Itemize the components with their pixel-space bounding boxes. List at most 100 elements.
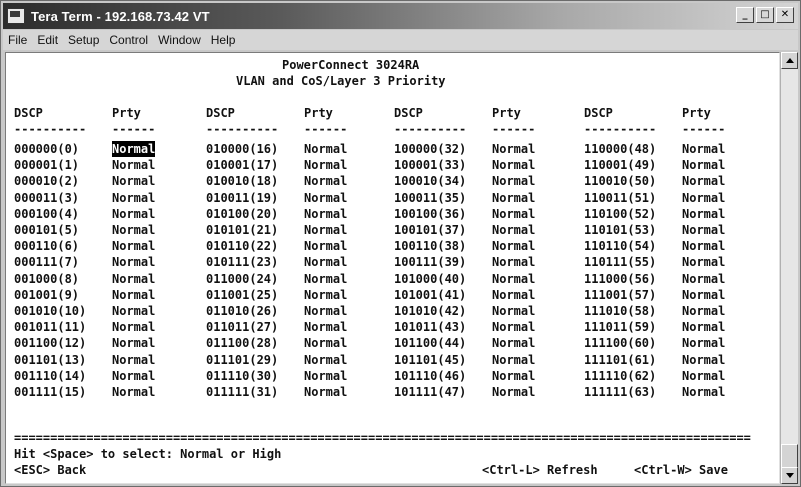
priority-value[interactable]: Normal (112, 173, 155, 189)
priority-value[interactable]: Normal (492, 222, 535, 238)
priority-value[interactable]: Normal (492, 352, 535, 368)
terminal-subtitle: VLAN and CoS/Layer 3 Priority (236, 74, 446, 88)
esc-back-command[interactable]: <ESC> Back (14, 462, 86, 478)
priority-value[interactable]: Normal (492, 157, 535, 173)
header-underline: ------ (492, 122, 536, 136)
priority-value[interactable]: Normal (304, 254, 347, 270)
menu-window[interactable]: Window (153, 33, 206, 47)
priority-value[interactable]: Normal (492, 368, 535, 384)
priority-value[interactable]: Normal (112, 271, 155, 287)
priority-value[interactable]: Normal (304, 222, 347, 238)
menu-file[interactable]: File (3, 33, 32, 47)
priority-value[interactable]: Normal (304, 141, 347, 157)
priority-value[interactable]: Normal (112, 141, 156, 157)
priority-value[interactable]: Normal (492, 319, 535, 335)
priority-value[interactable]: Normal (682, 141, 725, 157)
priority-value[interactable]: Normal (112, 222, 155, 238)
priority-value[interactable]: Normal (682, 271, 725, 287)
menu-help[interactable]: Help (206, 33, 241, 47)
priority-value[interactable]: Normal (682, 303, 725, 319)
priority-value[interactable]: Normal (304, 287, 347, 303)
priority-value[interactable]: Normal (304, 238, 347, 254)
menu-setup[interactable]: Setup (63, 33, 104, 47)
header-dscp: DSCP (14, 106, 43, 120)
priority-value[interactable]: Normal (682, 222, 725, 238)
priority-value[interactable]: Normal (112, 368, 155, 384)
priority-value[interactable]: Normal (492, 173, 535, 189)
priority-value[interactable]: Normal (112, 157, 155, 173)
priority-value[interactable]: Normal (304, 368, 347, 384)
priority-value[interactable]: Normal (304, 384, 347, 400)
priority-value[interactable]: Normal (682, 384, 725, 400)
priority-value[interactable]: Normal (492, 335, 535, 351)
priority-value[interactable]: Normal (492, 141, 535, 157)
dscp-value: 101101(45) (394, 352, 467, 367)
priority-value[interactable]: Normal (682, 173, 725, 189)
priority-value[interactable]: Normal (304, 173, 347, 189)
header-underline: ------ (304, 122, 348, 136)
priority-value[interactable]: Normal (492, 303, 535, 319)
priority-value[interactable]: Normal (112, 287, 155, 303)
scroll-thumb[interactable] (781, 444, 798, 468)
priority-value[interactable]: Normal (682, 352, 725, 368)
priority-value[interactable]: Normal (492, 384, 535, 400)
priority-value[interactable]: Normal (682, 190, 725, 206)
priority-value[interactable]: Normal (304, 335, 347, 351)
dscp-value: 111110(62) (584, 368, 657, 383)
priority-value[interactable]: Normal (492, 254, 535, 270)
maximize-button[interactable]: □ (756, 7, 774, 23)
refresh-command[interactable]: <Ctrl-L> Refresh (482, 462, 598, 478)
dscp-value: 000010(2) (14, 174, 80, 189)
priority-value[interactable]: Normal (112, 254, 155, 270)
priority-value[interactable]: Normal (112, 190, 155, 206)
priority-value[interactable]: Normal (682, 319, 725, 335)
priority-value[interactable]: Normal (304, 206, 347, 222)
menu-edit[interactable]: Edit (32, 33, 63, 47)
tera-term-window: Tera Term - 192.168.73.42 VT _ □ ✕ File … (0, 0, 801, 487)
priority-value[interactable]: Normal (682, 157, 725, 173)
priority-value[interactable]: Normal (112, 238, 155, 254)
header-underline: ---------- (394, 122, 467, 136)
priority-value[interactable]: Normal (112, 384, 155, 400)
scroll-up-arrow-icon[interactable] (781, 52, 798, 69)
dscp-value: 001000(8) (14, 271, 80, 286)
priority-value[interactable]: Normal (304, 271, 347, 287)
priority-value[interactable]: Normal (492, 238, 535, 254)
terminal-screen[interactable]: PowerConnect 3024RA VLAN and CoS/Layer 3… (5, 52, 780, 484)
priority-value[interactable]: Normal (112, 335, 155, 351)
dscp-value: 010011(19) (206, 190, 279, 205)
save-command[interactable]: <Ctrl-W> Save (634, 462, 728, 478)
priority-value[interactable]: Normal (112, 303, 155, 319)
priority-value[interactable]: Normal (492, 271, 535, 287)
priority-value[interactable]: Normal (304, 352, 347, 368)
dscp-value: 001110(14) (14, 368, 87, 383)
priority-value[interactable]: Normal (112, 319, 155, 335)
close-button[interactable]: ✕ (776, 7, 794, 23)
priority-value[interactable]: Normal (682, 287, 725, 303)
priority-value[interactable]: Normal (304, 303, 347, 319)
dscp-value: 111000(56) (584, 271, 657, 286)
priority-value[interactable]: Normal (492, 190, 535, 206)
dscp-value: 110111(55) (584, 255, 657, 270)
priority-value[interactable]: Normal (492, 287, 535, 303)
priority-value[interactable]: Normal (112, 206, 155, 222)
header-underline: ------ (112, 122, 156, 136)
priority-value[interactable]: Normal (682, 335, 725, 351)
dscp-value: 100001(33) (394, 158, 467, 173)
priority-value[interactable]: Normal (682, 206, 725, 222)
menu-control[interactable]: Control (104, 33, 153, 47)
priority-value[interactable]: Normal (112, 352, 155, 368)
priority-value[interactable]: Normal (492, 206, 535, 222)
priority-value[interactable]: Normal (682, 238, 725, 254)
title-bar[interactable]: Tera Term - 192.168.73.42 VT _ □ ✕ (3, 3, 798, 29)
dscp-value: 010100(20) (206, 206, 279, 221)
priority-value[interactable]: Normal (304, 157, 347, 173)
priority-value[interactable]: Normal (304, 190, 347, 206)
app-icon (7, 8, 25, 24)
priority-value[interactable]: Normal (682, 254, 725, 270)
minimize-button[interactable]: _ (736, 7, 754, 23)
priority-value[interactable]: Normal (304, 319, 347, 335)
vertical-scrollbar[interactable] (780, 52, 798, 484)
scroll-down-arrow-icon[interactable] (781, 467, 798, 484)
priority-value[interactable]: Normal (682, 368, 725, 384)
